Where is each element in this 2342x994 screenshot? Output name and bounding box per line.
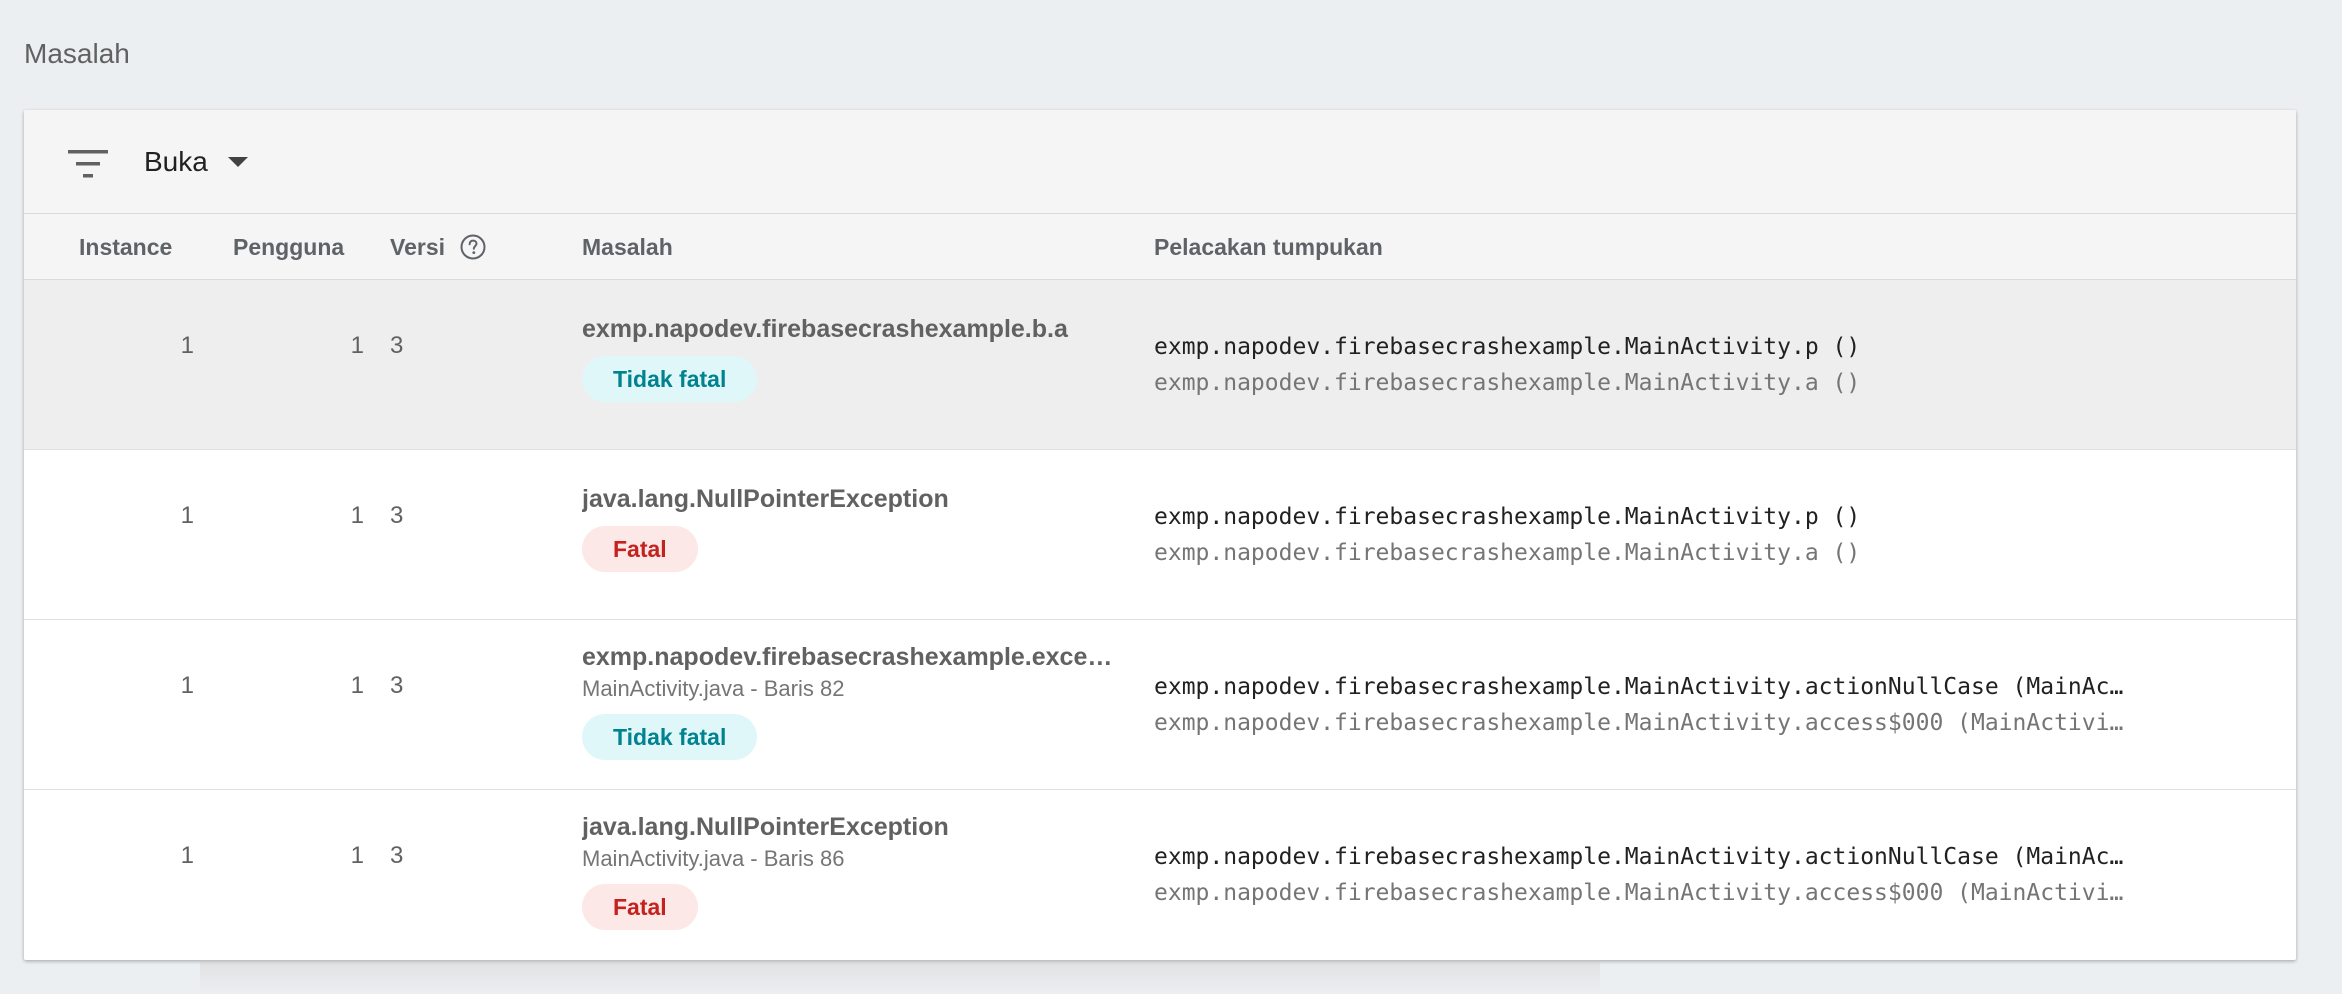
severity-badge: Tidak fatal <box>582 714 758 760</box>
stack-trace-cell: exmp.napodev.firebasecrashexample.MainAc… <box>1154 839 2194 911</box>
stack-frame-secondary: exmp.napodev.firebasecrashexample.MainAc… <box>1154 540 1861 566</box>
issue-row[interactable]: 1 1 3 java.lang.NullPointerException Mai… <box>24 790 2296 960</box>
arrow-drop-down-icon <box>227 157 248 167</box>
issue-title[interactable]: java.lang.NullPointerException <box>582 810 1122 844</box>
stack-frame-primary: exmp.napodev.firebasecrashexample.MainAc… <box>1154 674 2124 700</box>
severity-badge: Fatal <box>582 526 698 572</box>
stack-trace-cell: exmp.napodev.firebasecrashexample.MainAc… <box>1154 499 2194 571</box>
stack-frame-primary: exmp.napodev.firebasecrashexample.MainAc… <box>1154 334 1861 360</box>
help-circle-icon[interactable] <box>459 233 487 261</box>
instances-count: 1 <box>180 672 194 699</box>
stack-frame-secondary: exmp.napodev.firebasecrashexample.MainAc… <box>1154 880 2124 906</box>
issue-title[interactable]: exmp.napodev.firebasecrashexample.b.a <box>582 312 1122 346</box>
column-header-users[interactable]: Pengguna <box>233 214 344 280</box>
version-value: 3 <box>390 672 404 699</box>
instances-count: 1 <box>180 842 194 869</box>
issue-row[interactable]: 1 1 3 exmp.napodev.firebasecrashexample.… <box>24 280 2296 450</box>
issues-table-body: 1 1 3 exmp.napodev.firebasecrashexample.… <box>24 280 2296 960</box>
issues-card: Buka Instance Pengguna Versi Masalah Pel… <box>24 110 2296 960</box>
issues-toolbar: Buka <box>24 110 2296 214</box>
users-count: 1 <box>350 502 364 529</box>
column-header-issue[interactable]: Masalah <box>582 214 673 280</box>
page-bottom-shadow <box>200 960 1600 994</box>
issue-location: MainActivity.java - Baris 86 <box>582 846 845 871</box>
filter-list-icon[interactable] <box>68 146 108 182</box>
instances-count: 1 <box>180 502 194 529</box>
stack-frame-primary: exmp.napodev.firebasecrashexample.MainAc… <box>1154 844 2124 870</box>
stack-trace-cell: exmp.napodev.firebasecrashexample.MainAc… <box>1154 669 2194 741</box>
issue-title[interactable]: exmp.napodev.firebasecrashexample.exce… <box>582 640 1122 674</box>
version-value: 3 <box>390 502 404 529</box>
users-count: 1 <box>350 332 364 359</box>
issue-row[interactable]: 1 1 3 exmp.napodev.firebasecrashexample.… <box>24 620 2296 790</box>
issue-cell: java.lang.NullPointerException MainActiv… <box>582 810 1122 930</box>
severity-badge: Tidak fatal <box>582 356 758 402</box>
issue-cell: java.lang.NullPointerException Fatal <box>582 482 1122 572</box>
column-header-version-label: Versi <box>390 234 445 260</box>
version-value: 3 <box>390 842 404 869</box>
users-count: 1 <box>350 842 364 869</box>
issue-row[interactable]: 1 1 3 java.lang.NullPointerException Fat… <box>24 450 2296 620</box>
stack-trace-cell: exmp.napodev.firebasecrashexample.MainAc… <box>1154 329 2194 401</box>
severity-badge: Fatal <box>582 884 698 930</box>
issue-location: MainActivity.java - Baris 82 <box>582 676 845 701</box>
column-header-version[interactable]: Versi <box>390 214 487 280</box>
status-filter-dropdown[interactable]: Buka <box>144 138 248 186</box>
instances-count: 1 <box>180 332 194 359</box>
version-value: 3 <box>390 332 404 359</box>
table-header: Instance Pengguna Versi Masalah Pelacaka… <box>24 214 2296 280</box>
column-header-instances[interactable]: Instance <box>79 214 172 280</box>
section-title: Masalah <box>24 38 130 69</box>
stack-frame-secondary: exmp.napodev.firebasecrashexample.MainAc… <box>1154 710 2124 736</box>
column-header-stack: Pelacakan tumpukan <box>1154 234 1383 260</box>
stack-frame-primary: exmp.napodev.firebasecrashexample.MainAc… <box>1154 504 1861 530</box>
issue-cell: exmp.napodev.firebasecrashexample.exce… … <box>582 640 1122 760</box>
issue-cell: exmp.napodev.firebasecrashexample.b.a Ti… <box>582 312 1122 402</box>
stack-frame-secondary: exmp.napodev.firebasecrashexample.MainAc… <box>1154 370 1861 396</box>
users-count: 1 <box>350 672 364 699</box>
issue-title[interactable]: java.lang.NullPointerException <box>582 482 1122 516</box>
status-filter-value: Buka <box>144 146 208 177</box>
